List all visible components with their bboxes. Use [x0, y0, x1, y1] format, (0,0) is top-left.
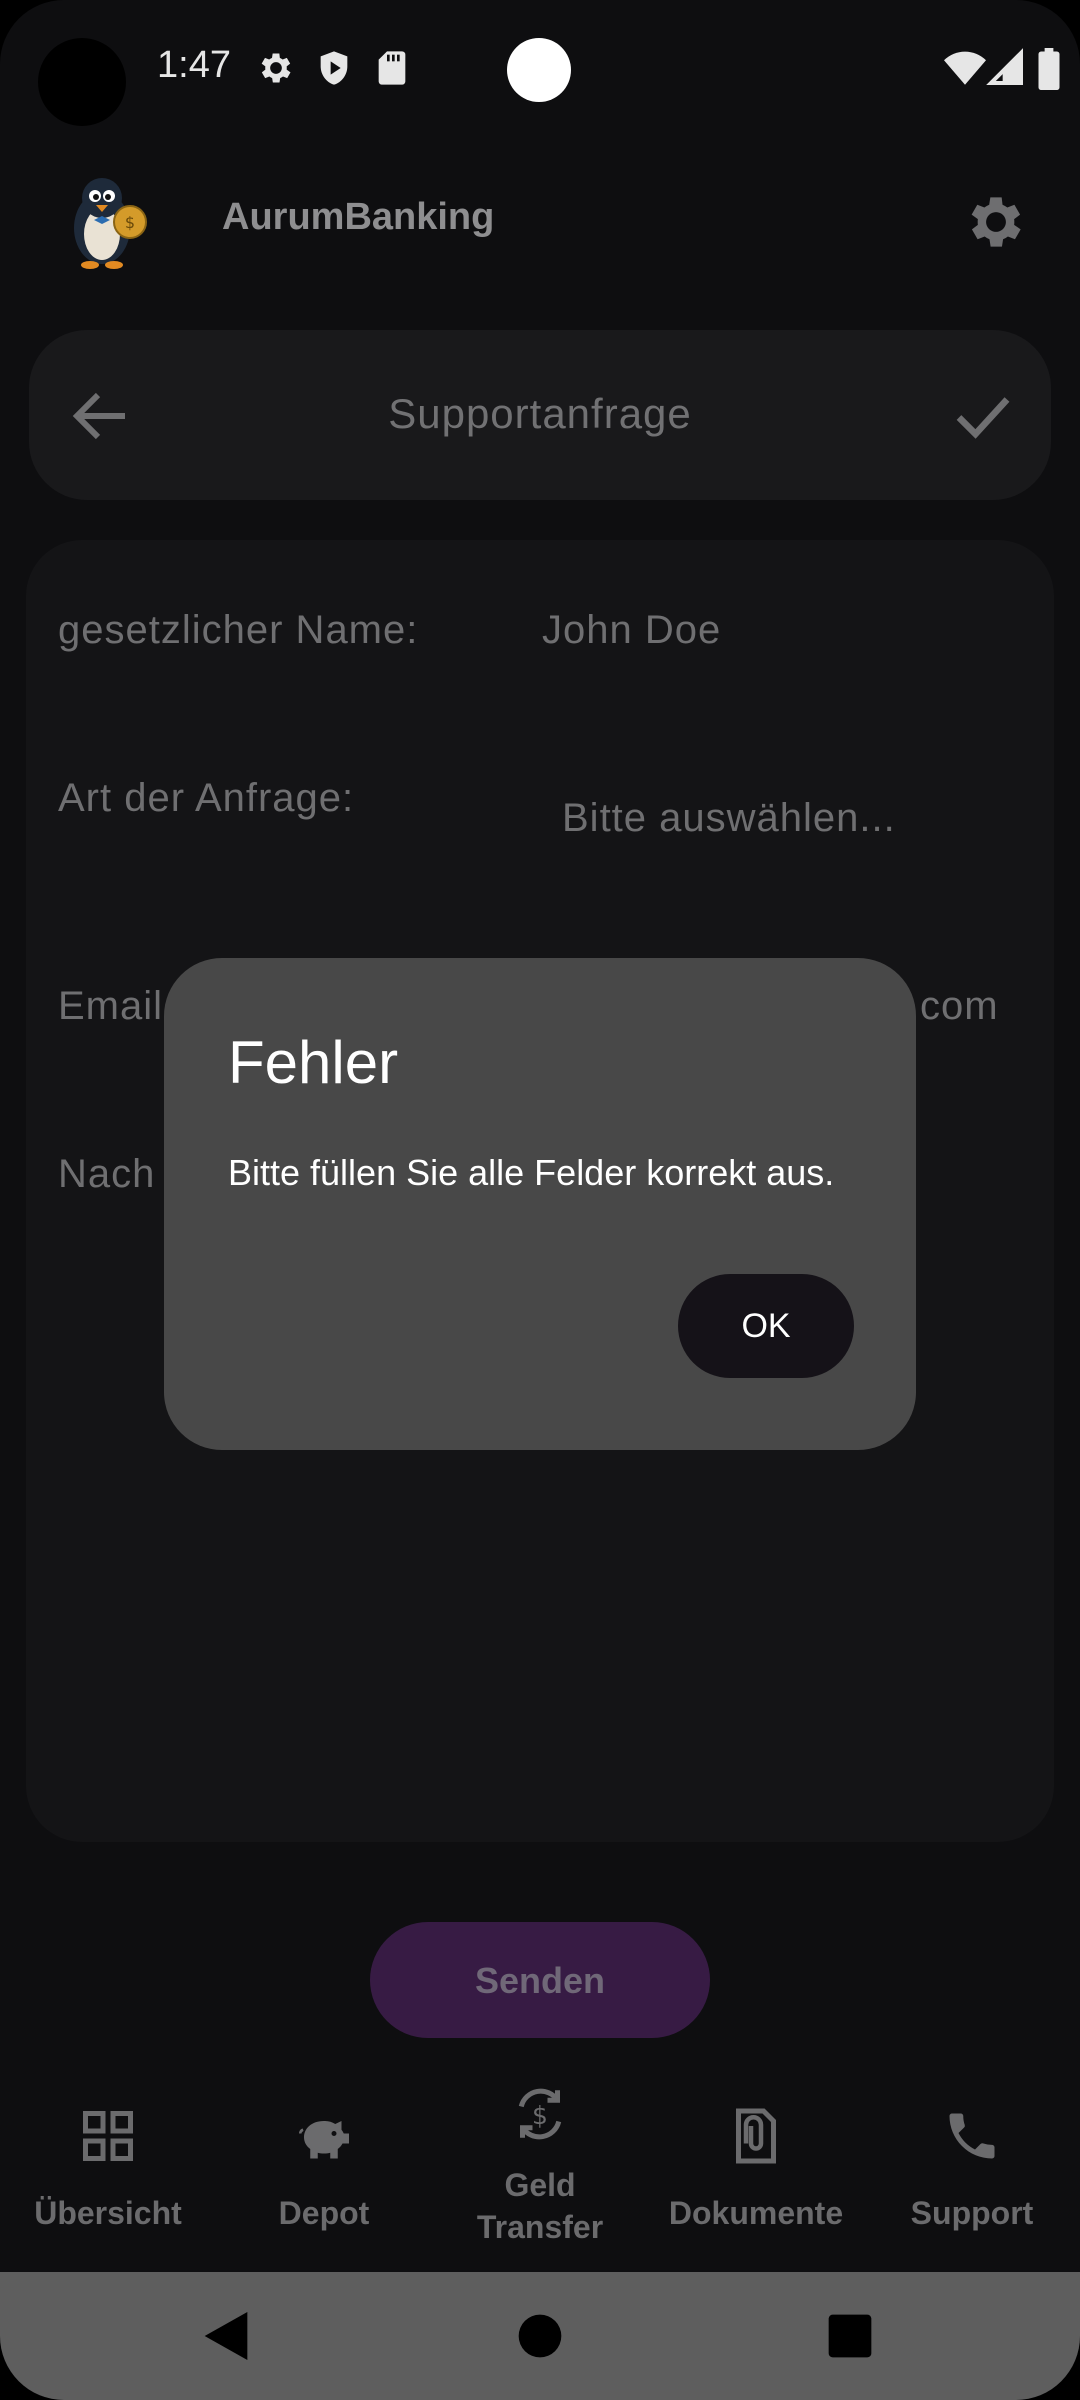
check-icon[interactable] [947, 380, 1019, 452]
home-circle-icon[interactable] [508, 2304, 572, 2368]
phone-screen: 1:47 $ AurumBanking Supportanfrage geset… [0, 0, 1080, 2400]
nav-item-support[interactable]: Support [864, 2060, 1080, 2272]
error-dialog: Fehler Bitte füllen Sie alle Felder korr… [164, 958, 916, 1450]
email-label: Email [58, 984, 164, 1028]
request-type-label: Art der Anfrage: [58, 776, 355, 820]
status-dot [507, 38, 571, 102]
status-bar: 1:47 [0, 0, 1080, 138]
recents-square-icon[interactable] [818, 2304, 882, 2368]
page-title: Supportanfrage [388, 390, 692, 437]
nav-item-overview[interactable]: Übersicht [0, 2060, 216, 2272]
svg-text:$: $ [532, 2101, 548, 2130]
dialog-ok-button[interactable]: OK [678, 1274, 854, 1378]
send-button-label: Senden [474, 1960, 606, 2001]
dialog-title: Fehler [228, 1029, 399, 1096]
signal-icon [986, 48, 1023, 85]
nav-label-money-transfer-line2: Transfer [476, 2209, 604, 2245]
message-label: Nach [58, 1152, 156, 1196]
nav-item-money-transfer[interactable]: $ Geld Transfer [432, 2060, 648, 2272]
penguin-logo: $ [74, 178, 147, 269]
piggy-bank-icon [299, 2120, 349, 2159]
support-toolbar: Supportanfrage [29, 330, 1051, 500]
app-title: AurumBanking [222, 196, 495, 238]
back-triangle-icon[interactable] [194, 2304, 258, 2368]
camera-cutout [38, 38, 126, 126]
nav-label-depot: Depot [278, 2195, 370, 2231]
battery-icon [1038, 48, 1060, 90]
dialog-message: Bitte füllen Sie alle Felder korrekt aus… [228, 1152, 835, 1193]
nav-label-documents: Dokumente [668, 2195, 844, 2231]
gear-icon [261, 53, 291, 83]
nav-item-documents[interactable]: Dokumente [648, 2060, 864, 2272]
status-time: 1:47 [157, 44, 231, 86]
wifi-icon [944, 51, 986, 85]
send-button[interactable]: Senden [370, 1922, 710, 2038]
nav-label-support: Support [910, 2195, 1034, 2231]
nav-item-depot[interactable]: Depot [216, 2060, 432, 2272]
bottom-navigation: Übersicht Depot $ Geld Transfer Dokument… [0, 2060, 1080, 2272]
settings-gear-icon[interactable] [962, 188, 1030, 256]
attachment-icon [736, 2108, 776, 2164]
system-navigation-bar [0, 2272, 1080, 2400]
name-label: gesetzlicher Name: [58, 608, 419, 652]
email-field[interactable]: com [920, 984, 999, 1029]
svg-text:$: $ [125, 213, 135, 232]
name-field[interactable]: John Doe [542, 608, 721, 653]
shield-play-icon [320, 51, 348, 85]
request-type-dropdown[interactable]: Bitte auswählen... [562, 796, 896, 841]
currency-exchange-icon: $ [518, 2088, 562, 2140]
sd-card-icon [378, 51, 406, 85]
nav-label-overview: Übersicht [34, 2195, 182, 2231]
nav-label-money-transfer-line1: Geld [504, 2167, 576, 2203]
phone-icon [949, 2113, 995, 2159]
grid-icon [83, 2111, 133, 2161]
